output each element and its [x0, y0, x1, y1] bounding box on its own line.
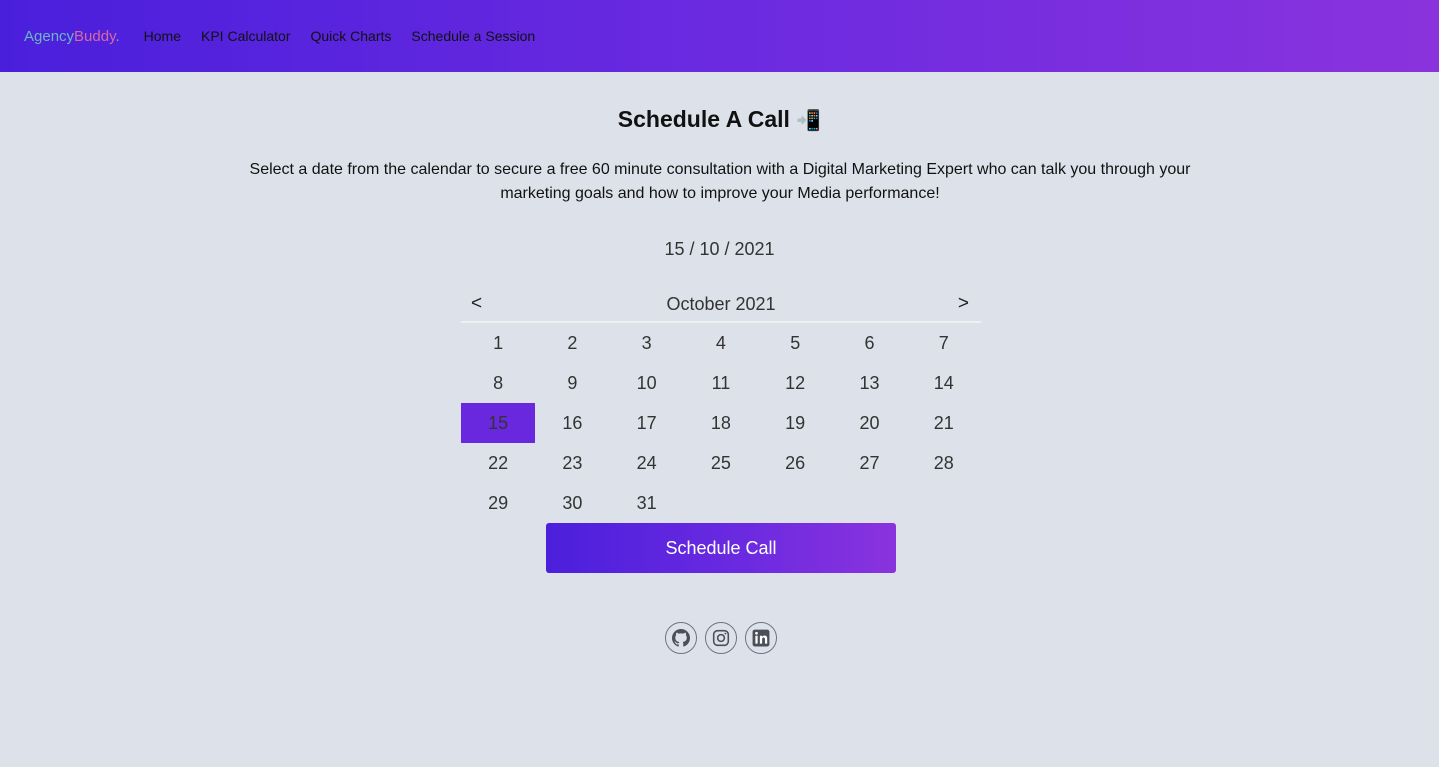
calendar-day[interactable]: 13 [832, 363, 906, 403]
calendar-day[interactable]: 21 [907, 403, 981, 443]
calendar-day[interactable]: 1 [461, 323, 535, 363]
social-links [665, 622, 777, 654]
calendar-days-grid: 1 2 3 4 5 6 7 8 9 10 11 12 13 14 15 16 17 18 19 20 21 22 23 24 2… [461, 323, 981, 523]
linkedin-icon [752, 629, 770, 647]
calendar-day[interactable]: 14 [907, 363, 981, 403]
calendar-day[interactable]: 18 [684, 403, 758, 443]
github-link[interactable] [665, 622, 697, 654]
calendar-day[interactable]: 20 [832, 403, 906, 443]
calendar-day[interactable]: 3 [610, 323, 684, 363]
calendar-day[interactable]: 23 [535, 443, 609, 483]
schedule-call-button[interactable]: Schedule Call [546, 523, 896, 573]
calendar-day[interactable]: 7 [907, 323, 981, 363]
calendar-day[interactable]: 9 [535, 363, 609, 403]
page-title-text: Schedule A Call [617, 106, 790, 132]
nav-home[interactable]: Home [144, 28, 181, 44]
navbar: AgencyBuddy. Home KPI Calculator Quick C… [0, 0, 1439, 72]
calendar-day[interactable]: 4 [684, 323, 758, 363]
nav-quick-charts[interactable]: Quick Charts [310, 28, 391, 44]
brand-part-buddy: Buddy [74, 27, 116, 45]
calendar-day[interactable]: 5 [758, 323, 832, 363]
instagram-icon [712, 629, 730, 647]
calendar-day[interactable]: 24 [610, 443, 684, 483]
brand-logo[interactable]: AgencyBuddy. [24, 28, 120, 45]
brand-dot: . [115, 27, 120, 45]
calendar-day[interactable]: 25 [684, 443, 758, 483]
nav-kpi-calculator[interactable]: KPI Calculator [201, 28, 290, 44]
calendar-day[interactable]: 8 [461, 363, 535, 403]
linkedin-link[interactable] [745, 622, 777, 654]
calendar-day[interactable]: 27 [832, 443, 906, 483]
calendar-day[interactable]: 10 [610, 363, 684, 403]
page-description: Select a date from the calendar to secur… [249, 161, 1191, 202]
calendar-day-selected[interactable]: 15 [461, 403, 536, 443]
calendar-day[interactable]: 6 [832, 323, 906, 363]
calendar-day[interactable]: 30 [535, 483, 609, 523]
calendar-day[interactable]: 31 [610, 483, 684, 523]
calendar-month-label: October 2021 [666, 294, 776, 314]
calendar-day[interactable]: 12 [758, 363, 832, 403]
calendar-day[interactable]: 19 [758, 403, 832, 443]
calendar-day[interactable]: 26 [758, 443, 832, 483]
calendar: < October 2021 > 1 2 3 4 5 6 7 8 9 10 11 12 13 14 15 16… [461, 285, 981, 523]
brand-part-agency: Agency [24, 27, 75, 45]
calendar-day[interactable]: 28 [907, 443, 981, 483]
calendar-header: < October 2021 > [461, 285, 981, 323]
phone-icon: 📲 [796, 110, 822, 132]
calendar-day[interactable]: 11 [684, 363, 758, 403]
nav-schedule-session[interactable]: Schedule a Session [411, 28, 535, 44]
calendar-day[interactable]: 29 [461, 483, 535, 523]
calendar-day[interactable]: 16 [535, 403, 609, 443]
github-icon [672, 629, 690, 647]
selected-date-display: 15 / 10 / 2021 [664, 239, 775, 259]
page-title: Schedule A Call 📲 [0, 106, 1439, 133]
calendar-day[interactable]: 2 [535, 323, 609, 363]
next-month-button[interactable]: > [958, 293, 969, 315]
calendar-day[interactable]: 22 [461, 443, 535, 483]
instagram-link[interactable] [705, 622, 737, 654]
calendar-day[interactable]: 17 [610, 403, 684, 443]
